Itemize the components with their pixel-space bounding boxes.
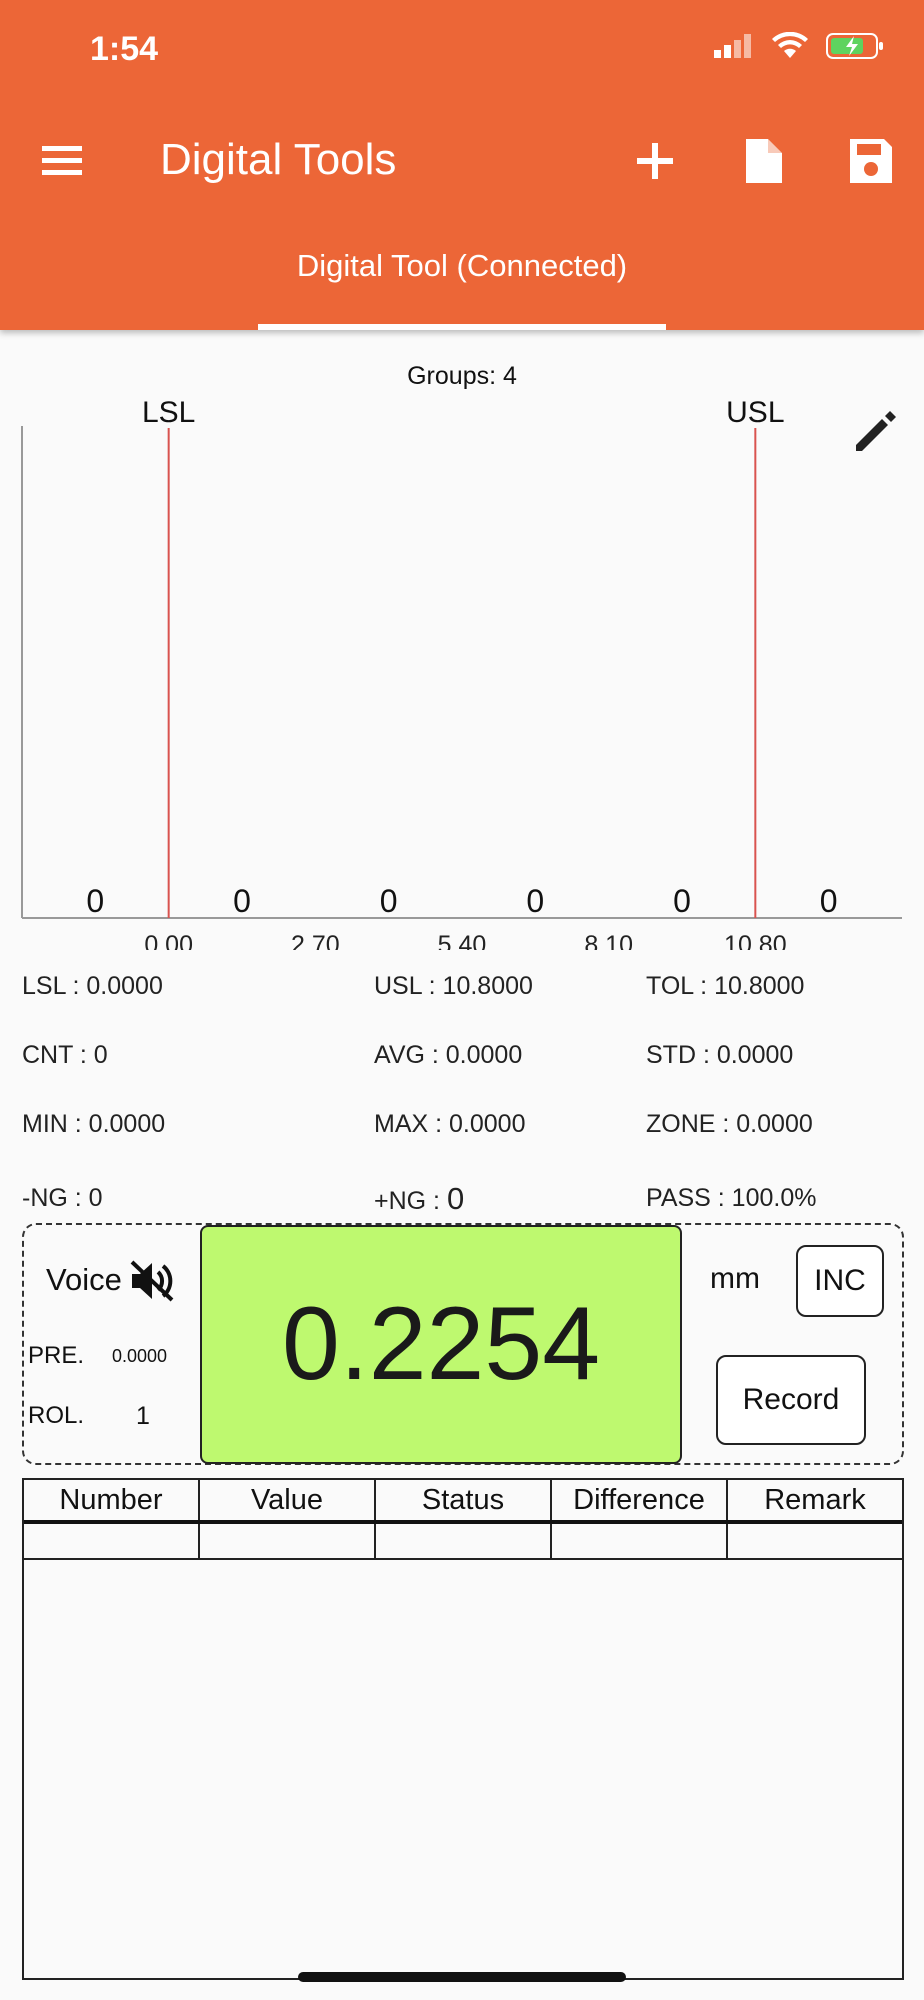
column-header-status: Status [376, 1480, 552, 1520]
stat-usl: USL : 10.8000 [374, 972, 533, 1000]
bar-count-label: 0 [233, 883, 251, 919]
app-header: 1:54 Digital Tools Digital Tool (Connect… [0, 0, 924, 330]
x-tick-label: 5.40 [438, 931, 487, 950]
stat-pos-ng-value: 0 [446, 1181, 465, 1216]
save-icon[interactable] [846, 135, 896, 187]
record-button-label: Record [742, 1383, 840, 1416]
pre-value: 0.0000 [112, 1346, 168, 1366]
battery-charging-icon [826, 33, 883, 59]
column-header-difference: Difference [552, 1480, 728, 1520]
volume-mute-icon[interactable] [128, 1258, 176, 1304]
edit-pencil-icon[interactable] [850, 405, 900, 455]
rol-value: 1 [136, 1402, 150, 1430]
table-cell [200, 1524, 376, 1558]
stat-neg-ng: -NG : 0 [22, 1184, 103, 1212]
x-tick-label: 8.10 [584, 931, 633, 950]
measurement-reading: 0.2254 [281, 1286, 601, 1402]
table-cell [376, 1524, 552, 1558]
x-tick-label: 0.00 [144, 931, 193, 950]
rol-label: ROL. [28, 1402, 85, 1429]
bar-count-label: 0 [380, 883, 398, 919]
unit-label: mm [710, 1262, 760, 1295]
measurement-display: 0.2254 [200, 1225, 682, 1464]
table-cell [728, 1524, 902, 1558]
inc-button-label: INC [814, 1264, 866, 1297]
records-table: Number Value Status Difference Remark [22, 1478, 904, 1980]
status-icons [714, 32, 884, 60]
stat-cnt: CNT : 0 [22, 1041, 108, 1069]
stat-min: MIN : 0.0000 [22, 1110, 166, 1138]
table-header: Number Value Status Difference Remark [24, 1480, 902, 1524]
limit-label-usl: USL [726, 396, 784, 429]
table-row[interactable] [24, 1524, 902, 1560]
chart-title: Groups: 4 [407, 362, 517, 390]
stat-zone: ZONE : 0.0000 [646, 1110, 813, 1138]
add-icon[interactable] [630, 135, 680, 187]
bar-count-label: 0 [526, 883, 544, 919]
stat-max: MAX : 0.0000 [374, 1110, 526, 1138]
bar-count-label: 0 [673, 883, 691, 919]
bar-count-label: 0 [86, 883, 104, 919]
stat-pass: PASS : 100.0% [646, 1184, 817, 1212]
stat-pos-ng: +NG : 0 [374, 1181, 464, 1217]
stat-tol: TOL : 10.8000 [646, 972, 805, 1000]
tab-digital-tool[interactable]: Digital Tool (Connected) [258, 248, 666, 284]
bar-count-label: 0 [820, 883, 838, 919]
column-header-number: Number [24, 1480, 200, 1520]
voice-label: Voice [46, 1262, 122, 1297]
stat-std: STD : 0.0000 [646, 1041, 794, 1069]
x-tick-label: 10.80 [724, 931, 787, 950]
wifi-icon [772, 32, 808, 58]
column-header-remark: Remark [764, 1484, 866, 1516]
x-tick-label: 2.70 [291, 931, 340, 950]
table-cell [24, 1524, 200, 1558]
column-header-value: Value [200, 1480, 376, 1520]
menu-icon[interactable] [38, 140, 86, 180]
stat-pos-ng-label: +NG : [374, 1187, 447, 1215]
file-icon[interactable] [738, 135, 788, 187]
stat-lsl: LSL : 0.0000 [22, 972, 163, 1000]
status-time: 1:54 [90, 30, 159, 68]
home-indicator [298, 1972, 626, 1982]
limit-label-lsl: LSL [142, 396, 195, 429]
table-cell [552, 1524, 728, 1558]
stat-avg: AVG : 0.0000 [374, 1041, 523, 1069]
record-button[interactable]: Record [716, 1355, 866, 1445]
app-title: Digital Tools [160, 135, 397, 184]
cellular-signal-icon [714, 34, 751, 58]
tab-indicator [258, 324, 666, 330]
pre-label: PRE. [28, 1342, 85, 1369]
histogram-chart: 0 0 0 0 0 0 0.00 2.70 5.40 8.10 10.80 LSL USL [21, 396, 902, 950]
inc-button[interactable]: INC [796, 1245, 884, 1317]
